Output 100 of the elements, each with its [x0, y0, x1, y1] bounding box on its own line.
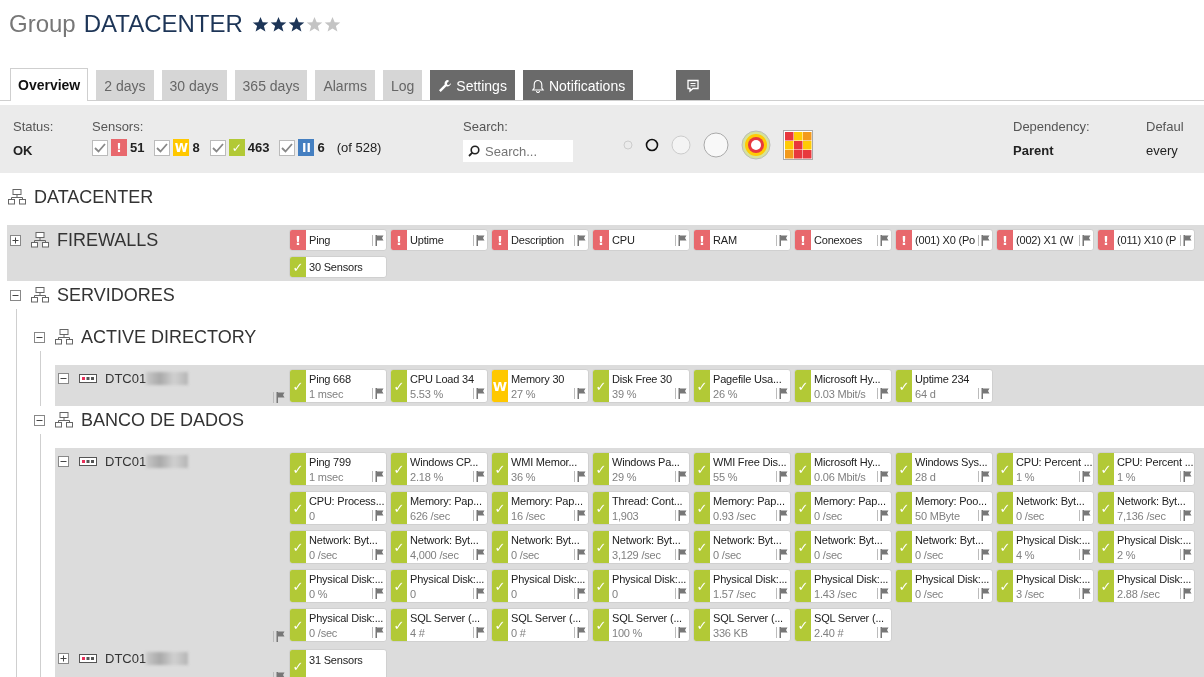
group-name[interactable]: ACTIVE DIRECTORY — [81, 326, 257, 348]
star-icon[interactable] — [251, 15, 269, 33]
flag-icon[interactable] — [675, 234, 687, 246]
tab[interactable]: Alarms — [315, 70, 375, 100]
sensor-tile[interactable]: ! (002) X1 (W — [996, 229, 1094, 251]
flag-icon[interactable] — [574, 627, 586, 638]
flag-icon[interactable] — [1079, 549, 1091, 560]
flag-icon[interactable] — [978, 588, 990, 599]
tree-toggle[interactable] — [58, 652, 69, 664]
flag-icon[interactable] — [776, 627, 788, 638]
tree-toggle[interactable] — [34, 414, 45, 426]
tab[interactable]: Settings — [430, 70, 515, 100]
flag-icon[interactable] — [978, 234, 990, 246]
sensor-tile[interactable]: ! (011) X10 (P — [1097, 229, 1195, 251]
star-icon[interactable] — [287, 15, 305, 33]
flag-icon[interactable] — [473, 234, 485, 246]
star-icon[interactable] — [323, 15, 341, 33]
ring-icon[interactable] — [645, 138, 659, 152]
flag-icon[interactable] — [372, 627, 384, 638]
filter-checkbox[interactable] — [92, 139, 108, 156]
sensor-tile[interactable]: ! RAM — [693, 229, 791, 251]
flag-icon[interactable] — [473, 627, 485, 638]
tab[interactable]: 30 days — [161, 70, 227, 100]
flag-icon[interactable] — [1079, 510, 1091, 521]
sensor-tile[interactable]: ! CPU — [592, 229, 690, 251]
sensor-tile[interactable]: ! (001) X0 (Po — [895, 229, 993, 251]
flag-icon[interactable] — [675, 627, 687, 638]
tree-toggle[interactable] — [58, 455, 69, 467]
filter-checkbox[interactable] — [209, 139, 226, 156]
tree-toggle[interactable] — [10, 234, 21, 246]
flag-icon[interactable] — [776, 388, 788, 399]
device-name[interactable]: DTC01 — [105, 370, 147, 386]
flag-icon[interactable] — [1180, 234, 1192, 246]
flag-icon[interactable] — [372, 388, 384, 399]
flag-icon[interactable] — [877, 510, 889, 521]
flag-icon[interactable] — [1079, 234, 1091, 246]
flag-icon[interactable] — [675, 588, 687, 599]
search-field[interactable]: Search... — [463, 140, 573, 162]
flag-icon[interactable] — [978, 549, 990, 560]
flag-icon[interactable] — [1180, 471, 1192, 482]
flag-icon[interactable] — [776, 549, 788, 560]
flag-icon[interactable] — [473, 388, 485, 399]
sensor-tile[interactable]: ! Uptime — [390, 229, 488, 251]
flag-icon[interactable] — [877, 549, 889, 560]
sensor-tile[interactable]: ! Description — [491, 229, 589, 251]
target-icon[interactable] — [741, 130, 771, 160]
flag-icon[interactable] — [1079, 588, 1091, 599]
group-name[interactable]: BANCO DE DADOS — [81, 409, 245, 431]
flag-icon[interactable] — [776, 471, 788, 482]
device-name[interactable]: DTC01 — [105, 650, 147, 666]
flag-icon[interactable] — [1180, 549, 1192, 560]
tab[interactable]: Log — [382, 70, 423, 100]
sensor-tile[interactable]: ✓ 30 Sensors — [289, 256, 387, 278]
flag-icon[interactable] — [1180, 588, 1192, 599]
treemap-icon[interactable] — [783, 130, 813, 160]
flag-icon[interactable] — [776, 510, 788, 521]
sensor-tile[interactable]: ! Conexoes — [794, 229, 892, 251]
sensor-tile[interactable]: ! Ping — [289, 229, 387, 251]
flag-icon[interactable] — [574, 234, 586, 246]
flag-icon[interactable] — [877, 588, 889, 599]
flag-icon[interactable] — [1180, 510, 1192, 521]
device-name[interactable]: DTC01 — [105, 453, 147, 469]
flag-icon[interactable] — [273, 392, 285, 403]
star-icon[interactable] — [269, 15, 287, 33]
tree-toggle[interactable] — [34, 331, 45, 343]
flag-icon[interactable] — [372, 510, 384, 521]
flag-icon[interactable] — [372, 234, 384, 246]
flag-icon[interactable] — [372, 588, 384, 599]
flag-icon[interactable] — [978, 510, 990, 521]
flag-icon[interactable] — [675, 549, 687, 560]
flag-icon[interactable] — [372, 549, 384, 560]
filter-checkbox[interactable] — [154, 139, 171, 156]
group-name[interactable]: DATACENTER — [34, 186, 154, 208]
flag-icon[interactable] — [574, 471, 586, 482]
sensor-tile[interactable]: ✓ 31 Sensors — [289, 649, 387, 677]
flag-icon[interactable] — [473, 471, 485, 482]
flag-icon[interactable] — [776, 234, 788, 246]
tab[interactable]: Overview — [10, 68, 89, 101]
flag-icon[interactable] — [574, 510, 586, 521]
flag-icon[interactable] — [978, 471, 990, 482]
flag-icon[interactable] — [877, 234, 889, 246]
flag-icon[interactable] — [473, 510, 485, 521]
tree-toggle[interactable] — [58, 372, 69, 384]
filter-checkbox[interactable] — [279, 139, 296, 156]
tab[interactable]: Notifications — [522, 70, 634, 100]
tab[interactable]: 2 days — [96, 70, 154, 100]
flag-icon[interactable] — [877, 627, 889, 638]
flag-icon[interactable] — [978, 388, 990, 399]
flag-icon[interactable] — [574, 388, 586, 399]
group-name[interactable]: SERVIDORES — [57, 284, 175, 306]
tree-toggle[interactable] — [10, 289, 21, 301]
flag-icon[interactable] — [675, 471, 687, 482]
flag-icon[interactable] — [273, 631, 285, 642]
flag-icon[interactable] — [675, 510, 687, 521]
flag-icon[interactable] — [776, 588, 788, 599]
group-name[interactable]: FIREWALLS — [57, 229, 159, 251]
flag-icon[interactable] — [1079, 471, 1091, 482]
flag-icon[interactable] — [574, 588, 586, 599]
flag-icon[interactable] — [372, 471, 384, 482]
flag-icon[interactable] — [877, 388, 889, 399]
